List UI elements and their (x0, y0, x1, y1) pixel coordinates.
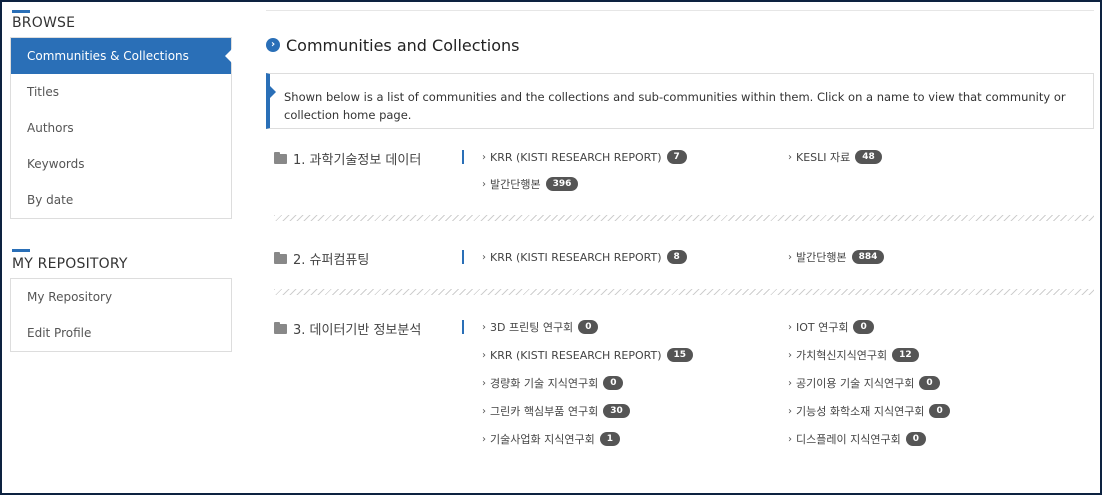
collection-label[interactable]: 그린카 핵심부품 연구회 (490, 403, 598, 419)
sidebar-item-keywords[interactable]: Keywords (11, 146, 231, 182)
community-2: 2. 슈퍼컴퓨팅 › KRR (KISTI RESEARCH REPORT) 8… (266, 249, 1094, 309)
collection-item[interactable]: › 기술사업화 지식연구회 1 (482, 431, 620, 447)
collection-label[interactable]: KRR (KISTI RESEARCH REPORT) (490, 151, 662, 164)
collection-item[interactable]: › 경량화 기술 지식연구회 0 (482, 375, 624, 391)
community-name-label[interactable]: 3. 데이터기반 정보분석 (293, 319, 421, 338)
collection-label[interactable]: 기술사업화 지식연구회 (490, 431, 595, 447)
chevron-right-icon: › (788, 251, 792, 263)
count-badge: 0 (853, 320, 874, 334)
collection-label[interactable]: IOT 연구회 (796, 319, 848, 335)
folder-icon (274, 251, 287, 264)
count-badge: 0 (929, 404, 950, 418)
sidebar: BROWSE Communities & Collections Titles … (10, 10, 232, 352)
chevron-right-icon: › (788, 405, 792, 417)
collection-item[interactable]: › 발간단행본 396 (482, 176, 579, 192)
count-badge: 8 (666, 250, 687, 264)
collection-item[interactable]: › KRR (KISTI RESEARCH REPORT) 7 (482, 149, 687, 165)
chevron-right-icon: › (482, 178, 486, 190)
folder-icon (274, 151, 287, 164)
collection-item[interactable]: › 공기이용 기술 지식연구회 0 (788, 375, 940, 391)
page-title: Communities and Collections (286, 35, 520, 55)
count-badge: 884 (851, 250, 885, 264)
count-badge: 0 (905, 432, 926, 446)
chevron-right-icon: › (482, 321, 486, 333)
collection-label[interactable]: 가치혁신지식연구회 (796, 347, 887, 363)
info-text: Shown below is a list of communities and… (284, 90, 1066, 122)
sidebar-item-authors[interactable]: Authors (11, 110, 231, 146)
main-content: › Communities and Collections Shown belo… (266, 10, 1094, 459)
collection-item[interactable]: › KRR (KISTI RESEARCH REPORT) 15 (482, 347, 694, 363)
page-title-row: › Communities and Collections (266, 33, 1094, 57)
count-badge: 0 (578, 320, 599, 334)
repository-heading: MY REPOSITORY (12, 256, 128, 272)
community-name[interactable]: 3. 데이터기반 정보분석 (274, 319, 421, 338)
collection-label[interactable]: KESLI 자료 (796, 149, 850, 165)
community-separator (462, 250, 464, 264)
chevron-right-circle-icon: › (266, 38, 280, 52)
browse-menu: Communities & Collections Titles Authors… (10, 37, 232, 219)
top-divider (266, 10, 1094, 11)
chevron-right-icon: › (482, 151, 486, 163)
collection-item[interactable]: › 3D 프린팅 연구회 0 (482, 319, 599, 335)
count-badge: 30 (603, 404, 630, 418)
collection-label[interactable]: 3D 프린팅 연구회 (490, 319, 573, 335)
browse-heading: BROWSE (12, 15, 76, 31)
sidebar-item-my-repository[interactable]: My Repository (11, 279, 231, 315)
repository-menu: My Repository Edit Profile (10, 278, 232, 352)
count-badge: 48 (855, 150, 882, 164)
sidebar-item-titles[interactable]: Titles (11, 74, 231, 110)
sidebar-item-edit-profile[interactable]: Edit Profile (11, 315, 231, 351)
collection-label[interactable]: KRR (KISTI RESEARCH REPORT) (490, 251, 662, 264)
count-badge: 396 (545, 177, 579, 191)
collection-item[interactable]: › 발간단행본 884 (788, 249, 885, 265)
collection-item[interactable]: › 디스플레이 지식연구회 0 (788, 431, 926, 447)
collection-label[interactable]: 발간단행본 (796, 249, 847, 265)
chevron-right-icon: › (482, 405, 486, 417)
info-box: Shown below is a list of communities and… (266, 73, 1094, 129)
community-3: 3. 데이터기반 정보분석 › 3D 프린팅 연구회 0 › IOT 연구회 0… (266, 319, 1094, 459)
count-badge: 1 (599, 432, 620, 446)
count-badge: 0 (603, 376, 624, 390)
collection-label[interactable]: KRR (KISTI RESEARCH REPORT) (490, 349, 662, 362)
count-badge: 7 (666, 150, 687, 164)
collection-label[interactable]: 디스플레이 지식연구회 (796, 431, 901, 447)
sidebar-item-by-date[interactable]: By date (11, 182, 231, 218)
chevron-right-icon: › (482, 433, 486, 445)
collection-label[interactable]: 기능성 화학소재 지식연구회 (796, 403, 924, 419)
community-name-label[interactable]: 2. 슈퍼컴퓨팅 (293, 249, 369, 268)
chevron-right-icon: › (482, 377, 486, 389)
sidebar-item-communities-collections[interactable]: Communities & Collections (11, 38, 232, 74)
collection-item[interactable]: › KRR (KISTI RESEARCH REPORT) 8 (482, 249, 687, 265)
section-divider (274, 215, 1094, 221)
folder-icon (274, 321, 287, 334)
community-separator (462, 320, 464, 334)
collection-item[interactable]: › 가치혁신지식연구회 12 (788, 347, 919, 363)
count-badge: 12 (892, 348, 919, 362)
community-name[interactable]: 1. 과학기술정보 데이터 (274, 149, 421, 168)
collection-item[interactable]: › KESLI 자료 48 (788, 149, 882, 165)
count-badge: 15 (666, 348, 694, 362)
chevron-right-icon: › (788, 349, 792, 361)
collection-label[interactable]: 발간단행본 (490, 176, 541, 192)
chevron-right-icon: › (482, 251, 486, 263)
collection-label[interactable]: 경량화 기술 지식연구회 (490, 375, 598, 391)
chevron-right-icon: › (788, 321, 792, 333)
chevron-right-icon: › (788, 433, 792, 445)
collection-item[interactable]: › 그린카 핵심부품 연구회 30 (482, 403, 630, 419)
chevron-right-icon: › (482, 349, 486, 361)
community-name-label[interactable]: 1. 과학기술정보 데이터 (293, 149, 421, 168)
chevron-right-icon: › (788, 151, 792, 163)
community-1: 1. 과학기술정보 데이터 › KRR (KISTI RESEARCH REPO… (266, 149, 1094, 215)
community-separator (462, 150, 464, 164)
count-badge: 0 (919, 376, 940, 390)
collection-item[interactable]: › IOT 연구회 0 (788, 319, 874, 335)
collection-item[interactable]: › 기능성 화학소재 지식연구회 0 (788, 403, 950, 419)
chevron-right-icon: › (788, 377, 792, 389)
collection-label[interactable]: 공기이용 기술 지식연구회 (796, 375, 914, 391)
community-name[interactable]: 2. 슈퍼컴퓨팅 (274, 249, 369, 268)
